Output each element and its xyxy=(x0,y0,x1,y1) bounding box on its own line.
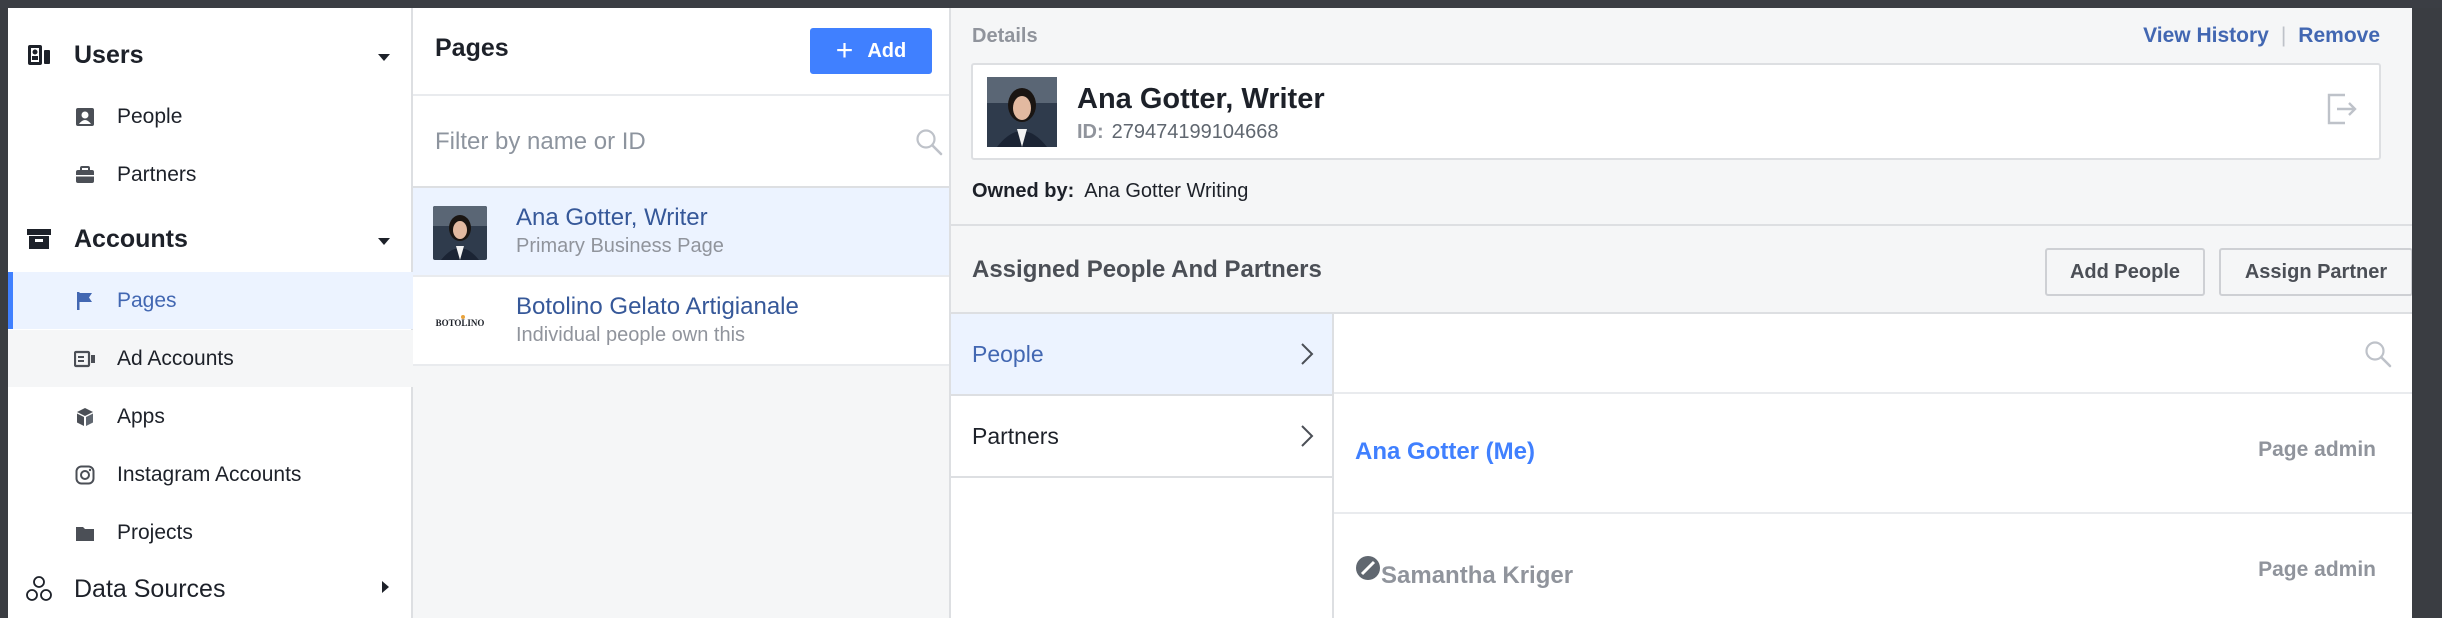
sidebar-item-label: Ad Accounts xyxy=(117,346,234,370)
owned-by-label: Owned by: xyxy=(972,180,1075,202)
details-header-links: View History | Remove xyxy=(2143,24,2380,48)
chevron-right-icon xyxy=(1300,424,1314,453)
page-list-item[interactable]: Ana Gotter, Writer Primary Business Page xyxy=(413,188,949,277)
assign-partner-button[interactable]: Assign Partner xyxy=(2219,248,2412,296)
assigned-title: Assigned People And Partners xyxy=(972,256,1322,283)
link-separator: | xyxy=(2280,24,2287,47)
filter-box xyxy=(413,96,949,188)
tab-label: Partners xyxy=(972,422,1059,449)
sidebar-section-label: Users xyxy=(74,40,144,69)
page-id-label: ID: xyxy=(1077,121,1104,143)
sidebar-item-ad-accounts[interactable]: Ad Accounts xyxy=(8,330,413,387)
sidebar-section-label: Data Sources xyxy=(74,574,226,603)
sidebar-item-label: Apps xyxy=(117,404,165,428)
person-role: Page admin xyxy=(2258,558,2376,581)
sidebar-item-pages[interactable]: Pages xyxy=(8,272,413,329)
person-role: Page admin xyxy=(2258,438,2376,461)
window-top-strip xyxy=(0,0,2442,8)
flag-icon xyxy=(73,289,97,313)
briefcase-small-icon xyxy=(73,163,97,187)
details-panel: Details View History | Remove Ana Gotter… xyxy=(951,8,2412,618)
owned-by: Owned by: Ana Gotter Writing xyxy=(972,180,1248,203)
view-history-link[interactable]: View History xyxy=(2143,24,2269,48)
page-id: ID: 279474199104668 xyxy=(1077,121,1279,144)
assigned-header: Assigned People And Partners Add People … xyxy=(951,224,2412,314)
exit-icon[interactable] xyxy=(2323,91,2359,132)
page-subtitle: Individual people own this xyxy=(516,324,746,346)
sidebar-section-data-sources[interactable]: Data Sources xyxy=(8,560,413,618)
owned-by-value: Ana Gotter Writing xyxy=(1084,180,1249,202)
caret-down-icon[interactable] xyxy=(377,50,391,68)
data-sources-icon xyxy=(24,574,54,604)
person-row[interactable]: Samantha Kriger Page admin xyxy=(1334,514,2412,618)
sidebar-item-partners[interactable]: Partners xyxy=(8,146,413,203)
caret-down-icon[interactable] xyxy=(377,234,391,252)
page-name: Ana Gotter, Writer xyxy=(516,204,708,231)
restricted-badge-icon xyxy=(1355,555,1381,586)
people-list: Ana Gotter (Me) Page admin Samantha Krig… xyxy=(1334,314,2412,618)
people-search-input[interactable] xyxy=(1354,334,2314,374)
page-subtitle: Primary Business Page xyxy=(516,235,724,257)
instagram-icon xyxy=(73,463,97,487)
sidebar-item-label: Projects xyxy=(117,520,193,544)
person-name: Samantha Kriger xyxy=(1381,562,1574,589)
users-icon xyxy=(24,40,54,70)
sidebar-item-instagram-accounts[interactable]: Instagram Accounts xyxy=(8,446,413,503)
sidebar-item-label: Pages xyxy=(117,288,177,312)
chevron-right-icon xyxy=(1300,342,1314,371)
add-button-label: Add xyxy=(867,39,907,62)
page-id-value: 279474199104668 xyxy=(1111,121,1279,143)
page-list-item[interactable]: BOTOLINO Botolino Gelato Artigianale Ind… xyxy=(413,277,949,366)
sidebar-section-accounts[interactable]: Accounts xyxy=(8,210,413,268)
tab-people[interactable]: People xyxy=(951,314,1332,396)
business-settings-window: Users People Partners Accounts Pages Ad … xyxy=(8,8,2412,618)
plus-icon: + xyxy=(835,34,854,67)
page-detail-name: Ana Gotter, Writer xyxy=(1077,83,1325,115)
page-name: Botolino Gelato Artigianale xyxy=(516,293,799,320)
add-people-button[interactable]: Add People xyxy=(2045,248,2205,296)
pages-panel: Pages + Add Ana Gotter, Writer Primary B… xyxy=(413,8,951,618)
page-avatar xyxy=(987,77,1057,147)
details-label: Details xyxy=(972,25,1038,47)
pages-title: Pages xyxy=(435,34,509,62)
folder-icon xyxy=(73,521,97,545)
people-search xyxy=(1334,314,2412,394)
tab-partners[interactable]: Partners xyxy=(951,396,1332,478)
person-card-icon xyxy=(73,105,97,129)
search-icon[interactable] xyxy=(2364,340,2392,373)
page-logo: BOTOLINO xyxy=(433,295,487,349)
sidebar-section-label: Accounts xyxy=(74,224,188,253)
page-logo-text: BOTOLINO xyxy=(436,318,485,328)
assigned-tabs: People Partners xyxy=(951,314,1334,618)
cube-icon xyxy=(73,405,97,429)
page-detail-card: Ana Gotter, Writer ID: 279474199104668 xyxy=(971,63,2381,160)
ad-account-icon xyxy=(73,347,97,371)
filter-input[interactable] xyxy=(435,122,875,162)
sidebar-item-label: Instagram Accounts xyxy=(117,462,302,486)
remove-link[interactable]: Remove xyxy=(2298,24,2380,48)
sidebar-item-label: Partners xyxy=(117,162,197,186)
person-row[interactable]: Ana Gotter (Me) Page admin xyxy=(1334,394,2412,514)
briefcase-icon xyxy=(24,224,54,254)
caret-right-icon[interactable] xyxy=(381,580,391,599)
sidebar-section-users[interactable]: Users xyxy=(8,26,413,84)
pages-header: Pages + Add xyxy=(413,8,949,96)
tab-label: People xyxy=(972,340,1044,367)
sidebar-item-projects[interactable]: Projects xyxy=(8,504,413,561)
sidebar: Users People Partners Accounts Pages Ad … xyxy=(8,8,413,618)
page-avatar xyxy=(433,206,487,260)
sidebar-item-apps[interactable]: Apps xyxy=(8,388,413,445)
search-icon[interactable] xyxy=(915,128,943,161)
person-name[interactable]: Ana Gotter (Me) xyxy=(1355,438,1535,466)
add-page-button[interactable]: + Add xyxy=(810,28,932,74)
sidebar-item-label: People xyxy=(117,104,183,128)
sidebar-item-people[interactable]: People xyxy=(8,88,413,145)
